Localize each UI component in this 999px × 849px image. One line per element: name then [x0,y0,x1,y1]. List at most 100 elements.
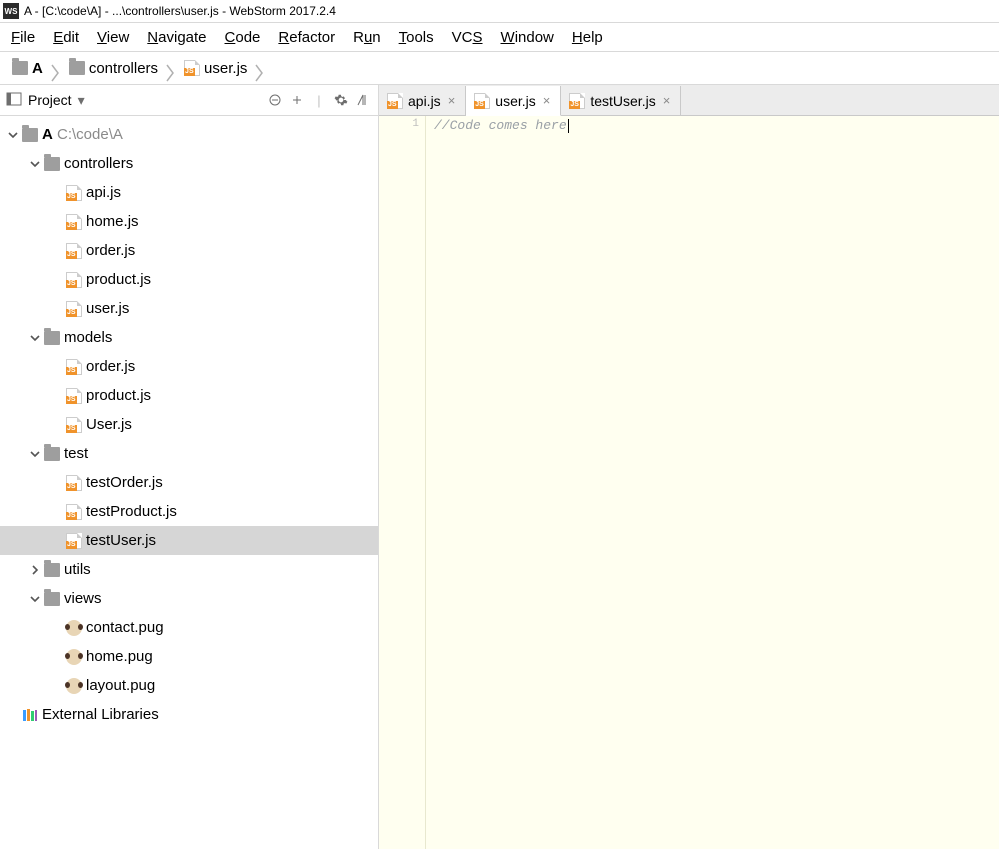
chevron-down-icon[interactable] [28,592,42,606]
project-tool-title[interactable]: Project [28,92,72,108]
spacer [50,418,64,432]
tree-root[interactable]: A C:\code\A [0,120,378,149]
close-icon[interactable]: × [541,93,553,108]
tab-testUser-js[interactable]: testUser.js× [561,86,681,115]
menu-vcs[interactable]: VCS [445,27,490,48]
app-logo-icon: WS [3,3,19,19]
tree-label: api.js [86,184,121,201]
breadcrumb-user-js[interactable]: user.js [178,60,253,77]
title-bar: WS A - [C:\code\A] - ...\controllers\use… [0,0,999,23]
js-file-icon [66,301,82,317]
tree-file-testUser-js[interactable]: testUser.js [0,526,378,555]
menu-window[interactable]: Window [494,27,561,48]
chevron-down-icon[interactable] [28,157,42,171]
tree-file-home-pug[interactable]: home.pug [0,642,378,671]
tree-label: A C:\code\A [42,126,123,143]
tree-file-contact-pug[interactable]: contact.pug [0,613,378,642]
editor-body[interactable]: 1 //Code comes here [379,116,999,849]
menu-navigate[interactable]: Navigate [140,27,213,48]
menu-code[interactable]: Code [218,27,268,48]
chevron-down-icon[interactable]: ▾ [78,92,85,109]
js-file-icon [66,533,82,549]
tree-folder-utils[interactable]: utils [0,555,378,584]
menu-bar: FileEditViewNavigateCodeRefactorRunTools… [0,23,999,52]
chevron-right-icon[interactable] [28,563,42,577]
tree-label: product.js [86,271,151,288]
js-file-icon [184,60,200,76]
chevron-right-icon [166,63,176,73]
tree-folder-models[interactable]: models [0,323,378,352]
tree-external-libraries[interactable]: External Libraries [0,700,378,729]
pug-file-icon [66,620,82,636]
spacer [50,360,64,374]
pug-file-icon [66,649,82,665]
close-icon[interactable]: × [661,93,673,108]
tree-label: External Libraries [42,706,159,723]
tree-file-product-js[interactable]: product.js [0,381,378,410]
js-file-icon [387,93,403,109]
chevron-down-icon[interactable] [28,447,42,461]
spacer [50,505,64,519]
folder-icon [12,61,28,75]
tab-label: api.js [408,93,441,109]
menu-view[interactable]: View [90,27,136,48]
js-file-icon [66,272,82,288]
project-tree[interactable]: A C:\code\A controllers api.js home.js order… [0,116,378,849]
tree-file-user-js[interactable]: user.js [0,294,378,323]
tree-file-home-js[interactable]: home.js [0,207,378,236]
tree-file-User-js[interactable]: User.js [0,410,378,439]
folder-icon [44,331,60,345]
folder-icon [22,128,38,142]
tree-folder-controllers[interactable]: controllers [0,149,378,178]
tree-file-testProduct-js[interactable]: testProduct.js [0,497,378,526]
js-file-icon [474,93,490,109]
window-title: A - [C:\code\A] - ...\controllers\user.j… [24,4,336,18]
gutter: 1 [379,116,426,849]
tree-file-product-js[interactable]: product.js [0,265,378,294]
tree-label: test [64,445,88,462]
chevron-right-icon [51,63,61,73]
tree-label: order.js [86,242,135,259]
breadcrumb-A[interactable]: A [6,60,49,77]
tree-file-order-js[interactable]: order.js [0,236,378,265]
folder-icon [44,447,60,461]
tab-api-js[interactable]: api.js × [379,86,466,115]
menu-refactor[interactable]: Refactor [271,27,342,48]
tree-file-testOrder-js[interactable]: testOrder.js [0,468,378,497]
code-line: //Code comes here [434,118,567,133]
settings-gear-icon[interactable] [332,91,350,109]
breadcrumb-label: controllers [89,60,158,77]
hide-tool-icon[interactable] [354,91,372,109]
chevron-down-icon[interactable] [6,128,20,142]
collapse-all-icon[interactable] [266,91,284,109]
spacer [50,302,64,316]
chevron-down-icon[interactable] [28,331,42,345]
tree-label: user.js [86,300,129,317]
tree-file-layout-pug[interactable]: layout.pug [0,671,378,700]
menu-edit[interactable]: Edit [46,27,86,48]
tree-label: product.js [86,387,151,404]
menu-file[interactable]: File [4,27,42,48]
folder-icon [44,157,60,171]
tree-folder-views[interactable]: views [0,584,378,613]
code-area[interactable]: //Code comes here [426,116,999,849]
scroll-from-source-icon[interactable] [288,91,306,109]
tree-file-api-js[interactable]: api.js [0,178,378,207]
tab-user-js[interactable]: user.js× [466,86,561,116]
breadcrumb-label: user.js [204,60,247,77]
tree-file-order-js[interactable]: order.js [0,352,378,381]
breadcrumb-controllers[interactable]: controllers [63,60,164,77]
js-file-icon [569,93,585,109]
tree-label: testOrder.js [86,474,163,491]
js-file-icon [66,504,82,520]
spacer [50,534,64,548]
menu-run[interactable]: Run [346,27,388,48]
menu-tools[interactable]: Tools [392,27,441,48]
menu-help[interactable]: Help [565,27,610,48]
editor-pane: api.js×user.js×testUser.js× 1 //Code com… [379,85,999,849]
js-file-icon [66,214,82,230]
js-file-icon [66,388,82,404]
close-icon[interactable]: × [446,93,458,108]
project-sidebar: Project ▾ | A C:\code\Acontrollersapi.js… [0,85,379,849]
tree-folder-test[interactable]: test [0,439,378,468]
